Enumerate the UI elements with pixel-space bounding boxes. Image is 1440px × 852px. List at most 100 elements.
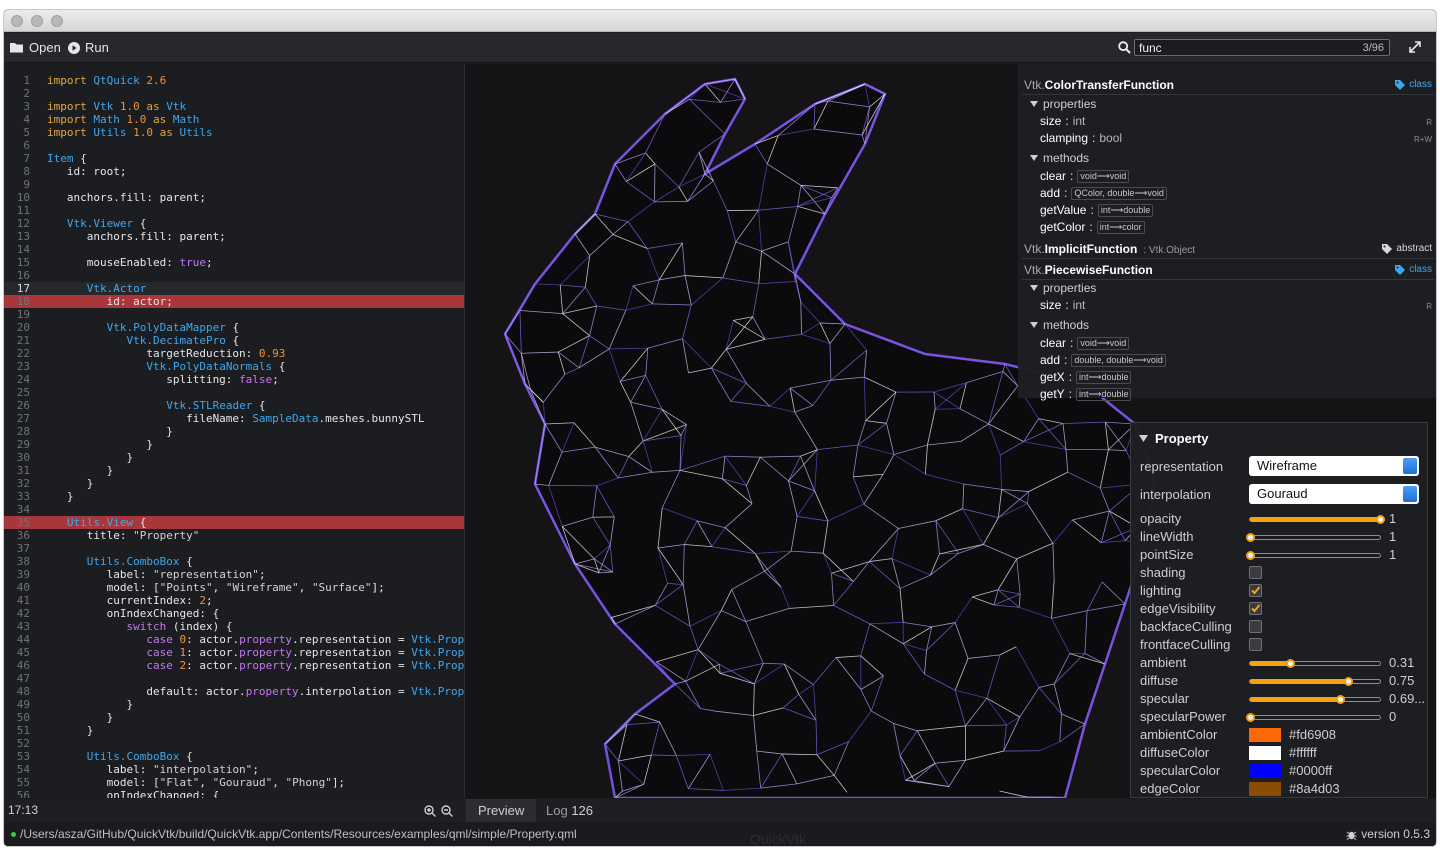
doc-section-toggle[interactable]: methods: [1030, 318, 1089, 332]
code-line[interactable]: 37: [4, 542, 464, 555]
code-line[interactable]: 28 }: [4, 425, 464, 438]
code-line[interactable]: 25: [4, 386, 464, 399]
doc-class-header[interactable]: Vtk.ColorTransferFunction class: [1022, 76, 1434, 95]
slider-handle[interactable]: [1246, 551, 1255, 560]
doc-method[interactable]: getY: int⟶double: [1040, 387, 1132, 401]
property-slider[interactable]: [1246, 713, 1381, 722]
code-line[interactable]: 17 Vtk.Actor: [4, 282, 464, 295]
code-line[interactable]: 36 title: "Property": [4, 529, 464, 542]
color-swatch[interactable]: [1249, 728, 1281, 742]
code-line[interactable]: 27 fileName: SampleData.meshes.bunnySTL: [4, 412, 464, 425]
open-button[interactable]: Open: [10, 40, 61, 55]
property-checkbox[interactable]: [1249, 620, 1262, 633]
doc-section-toggle[interactable]: properties: [1030, 97, 1096, 111]
tab-preview[interactable]: Preview: [466, 799, 537, 822]
code-line[interactable]: 3 import Vtk 1.0 as Vtk: [4, 100, 464, 113]
code-line[interactable]: 19: [4, 308, 464, 321]
code-line[interactable]: 14: [4, 243, 464, 256]
code-line[interactable]: 56 onIndexChanged: {: [4, 789, 464, 798]
code-line[interactable]: 41 currentIndex: 2;: [4, 594, 464, 607]
interpolation-select[interactable]: Gouraud: [1249, 484, 1419, 504]
code-line[interactable]: 11: [4, 204, 464, 217]
code-line[interactable]: 23 Vtk.PolyDataNormals {: [4, 360, 464, 373]
code-line[interactable]: 9: [4, 178, 464, 191]
code-line[interactable]: 53 Utils.ComboBox {: [4, 750, 464, 763]
code-line[interactable]: 22 targetReduction: 0.93: [4, 347, 464, 360]
property-slider[interactable]: [1246, 551, 1381, 560]
code-line[interactable]: 24 splitting: false;: [4, 373, 464, 386]
doc-property[interactable]: size: int: [1040, 298, 1085, 312]
code-line[interactable]: 7 Item {: [4, 152, 464, 165]
close-window-button[interactable]: [11, 15, 23, 27]
code-line[interactable]: 45 case 1: actor.property.representation…: [4, 646, 464, 659]
code-line[interactable]: 6: [4, 139, 464, 152]
code-line[interactable]: 54 label: "interpolation";: [4, 763, 464, 776]
code-line[interactable]: 18 id: actor;: [4, 295, 464, 308]
code-line[interactable]: 52: [4, 737, 464, 750]
doc-method[interactable]: add: double, double⟶void: [1040, 353, 1166, 367]
code-line[interactable]: 1 import QtQuick 2.6: [4, 74, 464, 87]
code-line[interactable]: 20 Vtk.PolyDataMapper {: [4, 321, 464, 334]
search-input[interactable]: [1139, 41, 1339, 55]
doc-class-header[interactable]: Vtk.ImplicitFunction: Vtk.Object abstract: [1022, 240, 1434, 259]
doc-method[interactable]: getColor: int⟶color: [1040, 220, 1145, 234]
code-editor[interactable]: 1 import QtQuick 2.6 2 3 import Vtk 1.0 as V…: [4, 64, 464, 798]
code-line[interactable]: 42 onIndexChanged: {: [4, 607, 464, 620]
code-line[interactable]: 40 model: ["Points", "Wireframe", "Surfa…: [4, 581, 464, 594]
code-line[interactable]: 35 Utils.View {: [4, 516, 464, 529]
slider-handle[interactable]: [1335, 695, 1345, 704]
property-slider[interactable]: [1246, 533, 1381, 542]
doc-property[interactable]: clamping: bool: [1040, 131, 1122, 145]
color-swatch[interactable]: [1249, 764, 1281, 778]
slider-handle[interactable]: [1376, 515, 1385, 524]
code-line[interactable]: 2: [4, 87, 464, 100]
code-line[interactable]: 13 anchors.fill: parent;: [4, 230, 464, 243]
code-line[interactable]: 8 id: root;: [4, 165, 464, 178]
code-line[interactable]: 34: [4, 503, 464, 516]
code-line[interactable]: 10 anchors.fill: parent;: [4, 191, 464, 204]
property-panel-header[interactable]: Property: [1139, 431, 1208, 446]
code-line[interactable]: 15 mouseEnabled: true;: [4, 256, 464, 269]
code-line[interactable]: 30 }: [4, 451, 464, 464]
code-line[interactable]: 50 }: [4, 711, 464, 724]
code-line[interactable]: 5 import Utils 1.0 as Utils: [4, 126, 464, 139]
doc-method[interactable]: add: QColor, double⟶void: [1040, 186, 1167, 200]
code-line[interactable]: 12 Vtk.Viewer {: [4, 217, 464, 230]
property-checkbox[interactable]: [1249, 638, 1262, 651]
code-line[interactable]: 44 case 0: actor.property.representation…: [4, 633, 464, 646]
code-line[interactable]: 46 case 2: actor.property.representation…: [4, 659, 464, 672]
slider-handle[interactable]: [1286, 659, 1296, 668]
property-slider[interactable]: [1249, 677, 1381, 686]
color-swatch[interactable]: [1249, 746, 1281, 760]
code-line[interactable]: 43 switch (index) {: [4, 620, 464, 633]
color-swatch[interactable]: [1249, 782, 1281, 796]
code-line[interactable]: 4 import Math 1.0 as Math: [4, 113, 464, 126]
minimize-window-button[interactable]: [31, 15, 43, 27]
representation-select[interactable]: Wireframe: [1249, 456, 1419, 476]
zoom-out-icon[interactable]: [441, 805, 453, 817]
zoom-in-icon[interactable]: [424, 805, 436, 817]
code-line[interactable]: 39 label: "representation";: [4, 568, 464, 581]
code-line[interactable]: 32 }: [4, 477, 464, 490]
code-line[interactable]: 55 model: ["Flat", "Gouraud", "Phong"];: [4, 776, 464, 789]
code-line[interactable]: 21 Vtk.DecimatePro {: [4, 334, 464, 347]
code-line[interactable]: 38 Utils.ComboBox {: [4, 555, 464, 568]
zoom-window-button[interactable]: [51, 15, 63, 27]
code-line[interactable]: 31 }: [4, 464, 464, 477]
property-slider[interactable]: [1249, 695, 1381, 704]
tab-log[interactable]: Log 126: [546, 803, 593, 818]
slider-handle[interactable]: [1343, 677, 1353, 686]
property-checkbox[interactable]: [1249, 602, 1262, 615]
slider-handle[interactable]: [1246, 713, 1255, 722]
code-line[interactable]: 29 }: [4, 438, 464, 451]
slider-handle[interactable]: [1246, 533, 1255, 542]
property-slider[interactable]: [1249, 515, 1385, 524]
code-line[interactable]: 26 Vtk.STLReader {: [4, 399, 464, 412]
run-button[interactable]: Run: [68, 40, 109, 55]
doc-method[interactable]: clear: void⟶void: [1040, 169, 1130, 183]
doc-section-toggle[interactable]: properties: [1030, 281, 1096, 295]
code-line[interactable]: 51 }: [4, 724, 464, 737]
property-slider[interactable]: [1249, 659, 1381, 668]
code-line[interactable]: 47: [4, 672, 464, 685]
doc-method[interactable]: clear: void⟶void: [1040, 336, 1130, 350]
